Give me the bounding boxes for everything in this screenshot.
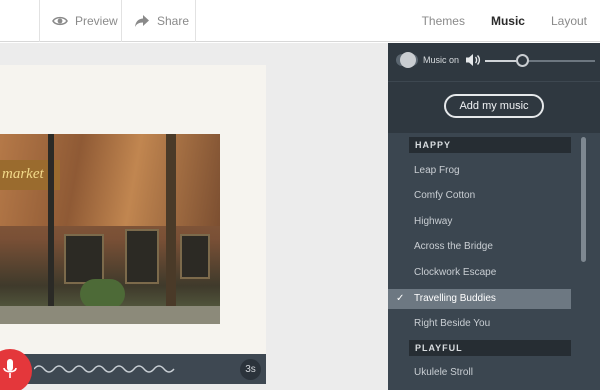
track-item[interactable]: Comfy Cotton xyxy=(388,186,578,206)
checkmark-icon: ✓ xyxy=(396,293,405,304)
panel-divider xyxy=(388,81,600,82)
photo-lamp-pole xyxy=(48,134,54,324)
tab-bar: Themes Music Layout xyxy=(412,0,600,42)
track-item[interactable]: Clockwork Escape xyxy=(388,263,578,283)
photo-tree xyxy=(166,134,176,324)
slide-photo[interactable]: market xyxy=(0,134,220,324)
track-item[interactable]: Ukulele Stroll xyxy=(388,363,578,383)
track-item[interactable]: Highway xyxy=(388,212,578,232)
music-toggle-label: Music on xyxy=(423,55,460,65)
photo-window xyxy=(64,234,104,284)
preview-button[interactable]: Preview xyxy=(39,0,122,42)
top-toolbar: Preview Share Themes Music Layout xyxy=(0,0,600,42)
preview-label: Preview xyxy=(75,14,118,28)
speaker-icon[interactable] xyxy=(465,53,481,72)
voice-recording-bar[interactable]: 3s xyxy=(0,354,266,384)
photo-window xyxy=(125,229,159,284)
waveform-icon xyxy=(34,365,175,373)
music-track-list[interactable]: HAPPY Leap Frog Comfy Cotton Highway Acr… xyxy=(388,133,600,390)
eye-icon xyxy=(52,15,68,27)
music-toggle-knob[interactable] xyxy=(400,52,416,68)
track-item-selected[interactable]: ✓ Travelling Buddies xyxy=(388,289,571,309)
share-arrow-icon xyxy=(134,14,150,28)
share-label: Share xyxy=(157,14,190,28)
track-item[interactable]: Across the Bridge xyxy=(388,237,578,257)
music-panel: Music on Add my music HAPPY Leap Frog Co… xyxy=(388,43,600,390)
slide-card[interactable]: market xyxy=(0,65,266,365)
category-header-happy: HAPPY xyxy=(409,137,571,153)
microphone-icon xyxy=(3,358,17,384)
volume-slider-thumb[interactable] xyxy=(516,54,529,67)
music-controls-row: Music on xyxy=(388,43,600,81)
track-label: Travelling Buddies xyxy=(414,293,496,304)
track-item[interactable]: Right Beside You xyxy=(388,314,578,334)
slide-canvas: market 3s xyxy=(0,43,388,390)
tab-themes[interactable]: Themes xyxy=(412,14,475,28)
share-button[interactable]: Share xyxy=(121,0,196,42)
list-scrollbar[interactable] xyxy=(581,137,586,262)
add-my-music-button[interactable]: Add my music xyxy=(444,94,544,118)
track-item[interactable]: Leap Frog xyxy=(388,161,578,181)
duration-badge: 3s xyxy=(240,359,261,380)
tab-music[interactable]: Music xyxy=(481,14,535,28)
photo-shrub xyxy=(80,279,125,309)
app-window: Preview Share Themes Music Layout market xyxy=(0,0,600,390)
photo-sidewalk xyxy=(0,306,220,324)
tab-layout[interactable]: Layout xyxy=(541,14,600,28)
volume-slider-fill xyxy=(485,60,518,62)
photo-sign-text: market xyxy=(2,166,44,182)
photo-window xyxy=(180,234,210,279)
volume-slider[interactable] xyxy=(485,60,595,62)
category-header-playful: PLAYFUL xyxy=(409,340,571,356)
